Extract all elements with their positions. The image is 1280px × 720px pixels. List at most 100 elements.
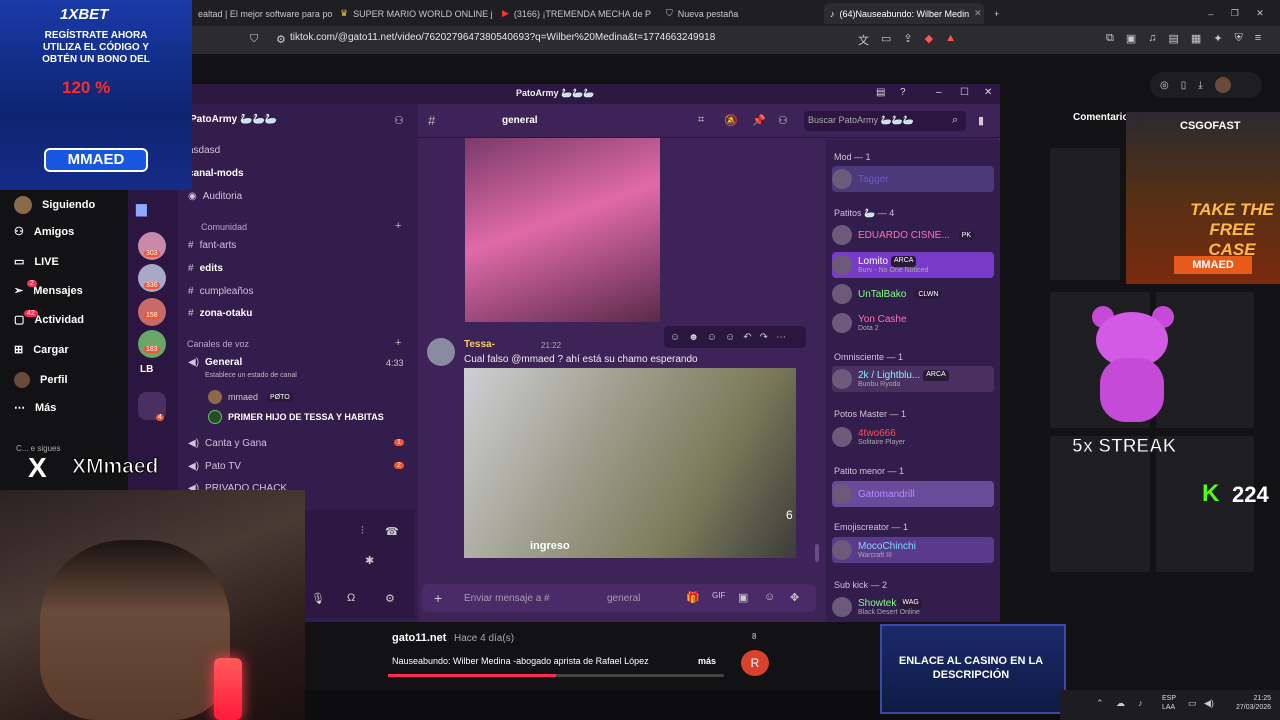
music-icon[interactable]: ♫ [1148, 32, 1156, 45]
soundboard-icon[interactable]: ⫶ [361, 525, 364, 538]
disconnect-icon[interactable]: ☎ [385, 525, 399, 538]
channel-edits[interactable]: # edits [188, 263, 223, 274]
member-row[interactable]: Yon Cashe Dota 2 [832, 310, 994, 336]
extensions-icon[interactable]: ⧉ [1106, 32, 1114, 45]
plus-icon[interactable]: + [434, 590, 442, 606]
sidebar-icon[interactable]: ▤ [1169, 32, 1179, 45]
language-indicator[interactable]: ESP LAA [1162, 694, 1176, 712]
server-lb[interactable]: LB [140, 364, 153, 375]
browser-tab-active[interactable]: ♪ (64)Nauseabundo: Wilber Medin ✕ [824, 3, 984, 24]
voice-user[interactable]: PRIMER HIJO DE TESSA Y HABITAS [208, 410, 384, 424]
server-name[interactable]: PatoArmy 🦢🦢🦢 [190, 114, 277, 125]
channel-asdasd[interactable]: asdasd [188, 145, 220, 156]
nav-mensajes[interactable]: ➢ Mensajes [14, 284, 83, 298]
ai-icon[interactable]: ✦ [1213, 32, 1222, 45]
member-row[interactable]: Lomito ARCA Burv - No One Noticed [832, 252, 994, 278]
member-row[interactable]: Gatomandrill [832, 481, 994, 507]
nav-cargar[interactable]: ⊞ Cargar [14, 343, 69, 357]
minimize-icon[interactable]: – [936, 87, 942, 98]
add-reaction-icon[interactable]: ☺ [725, 332, 735, 343]
avatar[interactable] [427, 338, 455, 366]
members-icon[interactable]: ⚇ [778, 114, 788, 127]
voice-channel[interactable]: ◀) Pato TV [188, 461, 241, 472]
close-icon[interactable]: ✕ [1256, 8, 1264, 19]
channel-cumpleanos[interactable]: # cumpleaños [188, 286, 253, 297]
volume-icon[interactable]: ◀) [1204, 698, 1214, 709]
inbox-icon[interactable]: ▤ [876, 87, 885, 98]
restore-icon[interactable]: ❐ [1231, 8, 1239, 19]
channel-auditoria[interactable]: ◉ Auditoria [188, 191, 242, 202]
category-voice[interactable]: Canales de voz [187, 339, 249, 349]
member-row[interactable]: MocoChinchi Warcraft III [832, 537, 994, 563]
emoji-icon[interactable]: ☺ [764, 591, 775, 603]
help-icon[interactable]: ? [900, 87, 906, 98]
category-comunidad[interactable]: Comunidad [201, 222, 247, 232]
cloud-icon[interactable]: ☁ [1116, 698, 1125, 709]
video-thumbnail[interactable] [1050, 148, 1120, 280]
browser-tab[interactable]: ▶ (3166) ¡TREMENDA MECHA de P [496, 3, 654, 24]
translate-icon[interactable]: 文 [858, 32, 869, 48]
reaction-icon[interactable]: ☺ [707, 332, 717, 343]
url-field[interactable]: tiktok.com/@gato11.net/video/76202796473… [290, 32, 715, 43]
member-row[interactable]: Tagger [832, 166, 994, 192]
channel-fant-arts[interactable]: # fant-arts [188, 240, 236, 251]
gif-icon[interactable]: GIF [712, 591, 725, 600]
browser-tab[interactable]: ealtad | El mejor software para poté [192, 3, 332, 24]
microphone-icon[interactable]: ♪ [1138, 698, 1143, 708]
sticker-icon[interactable]: ▣ [738, 591, 748, 604]
nav-amigos[interactable]: ⚇ Amigos [14, 225, 74, 239]
browser-tab[interactable]: ⛉ Nueva pestaña [660, 3, 818, 24]
mute-icon[interactable]: 🔕 [724, 114, 738, 127]
nav-mas[interactable]: ⋯ Más [14, 401, 56, 415]
activity-icon[interactable]: ✱ [365, 554, 374, 567]
member-row[interactable]: EDUARDO CISNE... PK [832, 222, 994, 248]
forward-icon[interactable]: ↷ [760, 332, 768, 343]
video-attachment[interactable]: ingreso 6 [464, 368, 796, 558]
close-icon[interactable]: ✕ [984, 87, 992, 98]
maximize-icon[interactable]: ☐ [960, 87, 969, 98]
video-author[interactable]: gato11.net [392, 632, 446, 644]
server-icon[interactable] [138, 330, 166, 358]
voice-channel-general[interactable]: ◀) General [188, 357, 242, 368]
comments-tab[interactable]: Comentario [1073, 112, 1129, 123]
voice-channel[interactable]: ◀) Canta y Gana [188, 438, 267, 449]
close-icon[interactable]: ✕ [974, 8, 982, 19]
nav-live[interactable]: ▭ LIVE [14, 255, 59, 269]
menu-icon[interactable]: ≡ [1255, 32, 1261, 45]
network-icon[interactable]: ▭ [1188, 698, 1197, 709]
avatar[interactable]: R [741, 650, 769, 676]
compass-icon[interactable]: ◎ [1160, 80, 1169, 91]
member-row[interactable]: UnTalBako CLWN [832, 281, 994, 307]
download-icon[interactable]: ⤓ [1198, 80, 1202, 91]
member-row[interactable]: 4two666 Solitaire Player [832, 424, 994, 450]
channel-canal-mods[interactable]: canal-mods [188, 168, 244, 179]
minimize-icon[interactable]: – [1208, 9, 1213, 19]
reaction-icon[interactable]: ☻ [688, 332, 699, 343]
more-link[interactable]: más [698, 656, 716, 666]
microphone-icon[interactable]: 🎙 [311, 592, 325, 605]
voice-user[interactable]: mmaed PØTO [208, 390, 293, 404]
reply-icon[interactable]: ↶ [743, 332, 751, 343]
gift-icon[interactable]: 🎁 [686, 591, 700, 604]
threads-icon[interactable]: ⌗ [698, 114, 704, 127]
cast-icon[interactable]: ▭ [881, 32, 891, 48]
inbox-icon[interactable]: ▮ [978, 114, 984, 127]
search-input[interactable]: Buscar PatoArmy 🦢🦢🦢 [804, 111, 966, 131]
more-icon[interactable]: ⋯ [776, 332, 786, 343]
phone-icon[interactable]: ▯ [1181, 80, 1187, 91]
screenshot-icon[interactable]: ▣ [1126, 32, 1136, 45]
gear-icon[interactable]: ⚙ [385, 592, 395, 605]
add-channel-icon[interactable]: + [395, 337, 401, 349]
bookmark-icon[interactable]: ⛉ [250, 33, 258, 46]
brave-shield-icon[interactable]: ◆ [925, 32, 933, 48]
chevron-up-icon[interactable]: ⌃ [1096, 698, 1104, 709]
voice-status[interactable]: Establece un estado de canal [205, 372, 297, 379]
pin-icon[interactable]: 📌 [752, 114, 766, 127]
rewards-icon[interactable]: ▲ [945, 32, 956, 48]
add-friend-icon[interactable]: ⚇ [394, 114, 404, 127]
progress-track[interactable] [388, 674, 724, 677]
message-input[interactable]: + Enviar mensaje a # general 🎁 GIF ▣ ☺ ✥ [422, 584, 816, 612]
wallet-icon[interactable]: ▦ [1191, 32, 1201, 45]
member-row[interactable]: 2k / Lightblu... ARCA Bunbu Ryodo [832, 366, 994, 392]
apps-icon[interactable]: ✥ [790, 591, 799, 604]
